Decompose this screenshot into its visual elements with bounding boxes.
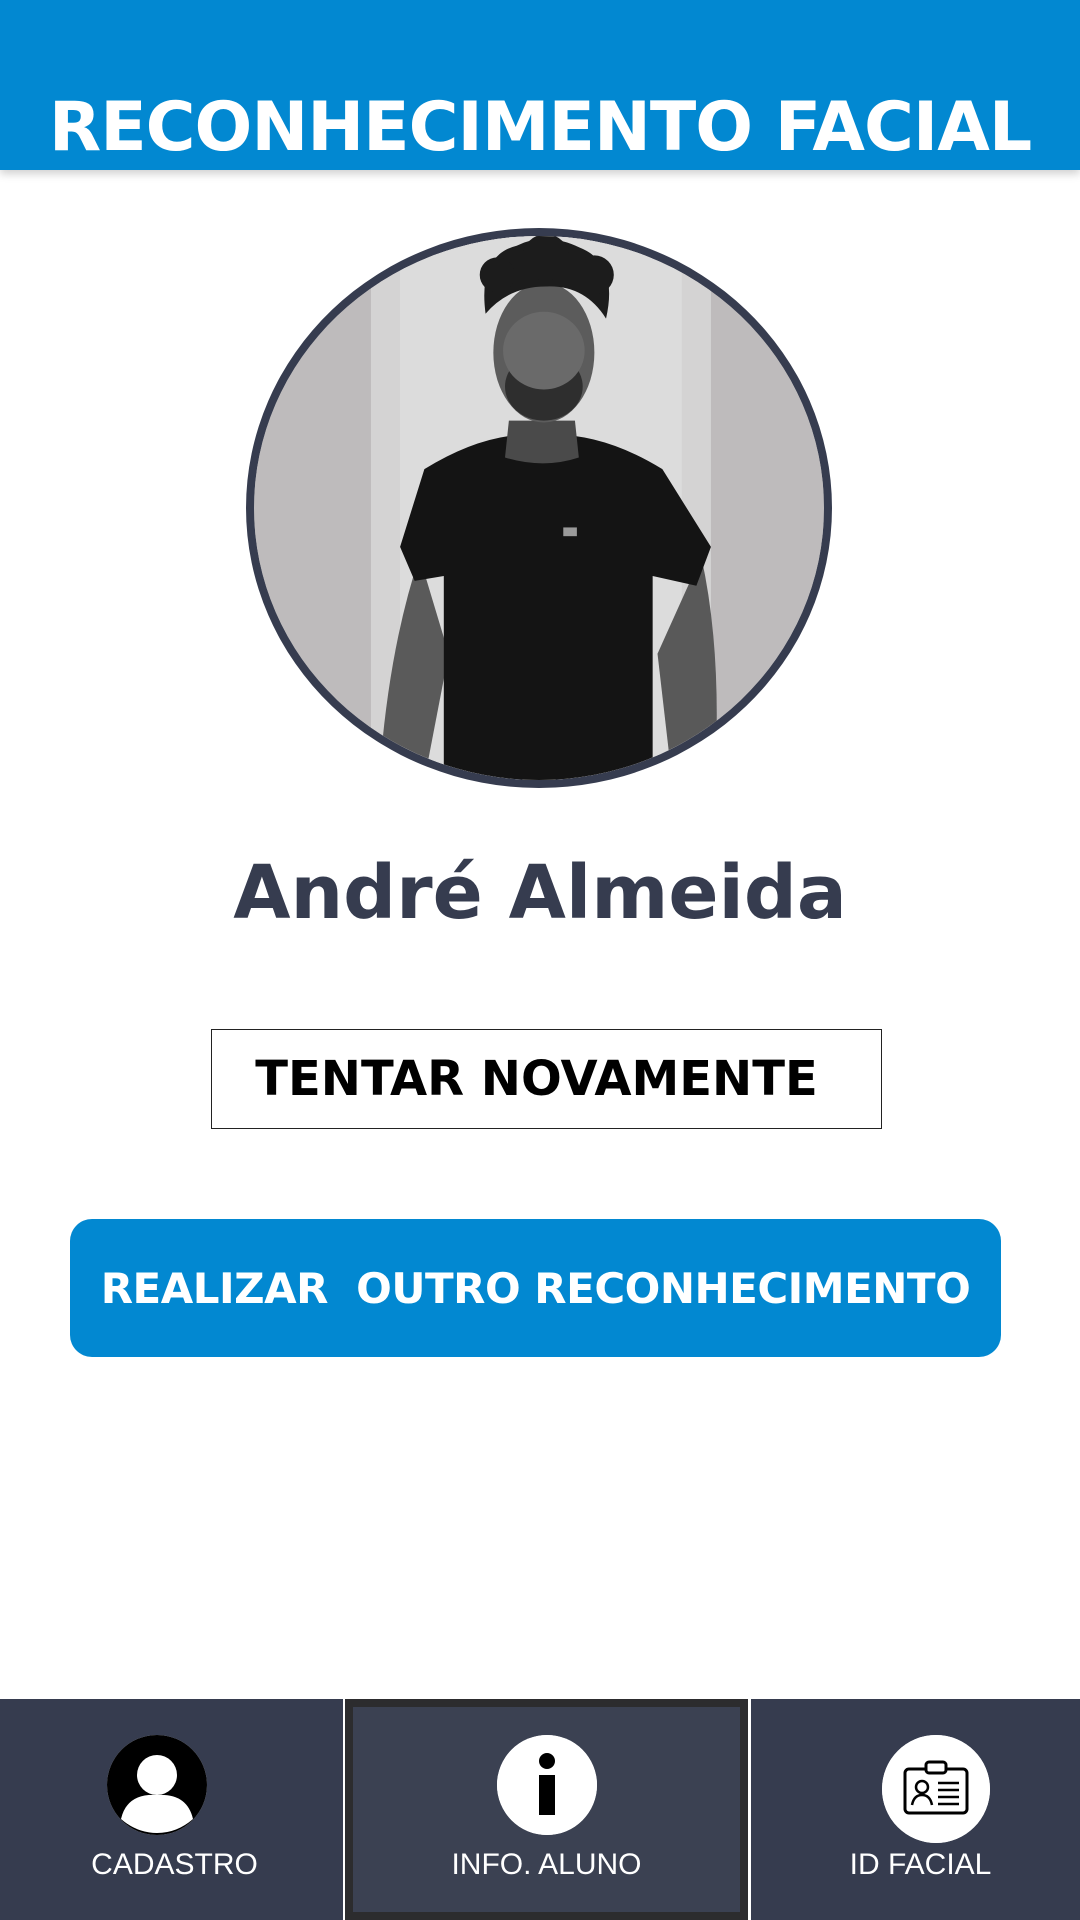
bottom-navigation: CADASTRO INFO. ALUNO ID FACIAL [0,1699,1080,1920]
nav-item-info-aluno[interactable]: INFO. ALUNO [345,1699,748,1920]
nav-label-cadastro: CADASTRO [91,1848,258,1881]
user-silhouette-icon [107,1735,207,1835]
new-recognition-button[interactable]: REALIZAR OUTRO RECONHECIMENTO [70,1219,1001,1357]
id-card-icon [882,1735,990,1843]
person-photo-image [254,236,824,780]
profile-photo [246,228,832,788]
retry-button[interactable]: TENTAR NOVAMENTE [211,1029,882,1129]
student-name: André Almeida [233,850,847,936]
app-header: RECONHECIMENTO FACIAL [0,0,1080,170]
info-icon [497,1735,597,1835]
nav-label-info-aluno: INFO. ALUNO [451,1848,642,1881]
nav-item-cadastro[interactable]: CADASTRO [0,1699,343,1920]
nav-label-id-facial: ID FACIAL [849,1848,992,1881]
page-title: RECONHECIMENTO FACIAL [48,88,1032,167]
nav-item-id-facial[interactable]: ID FACIAL [751,1699,1080,1920]
